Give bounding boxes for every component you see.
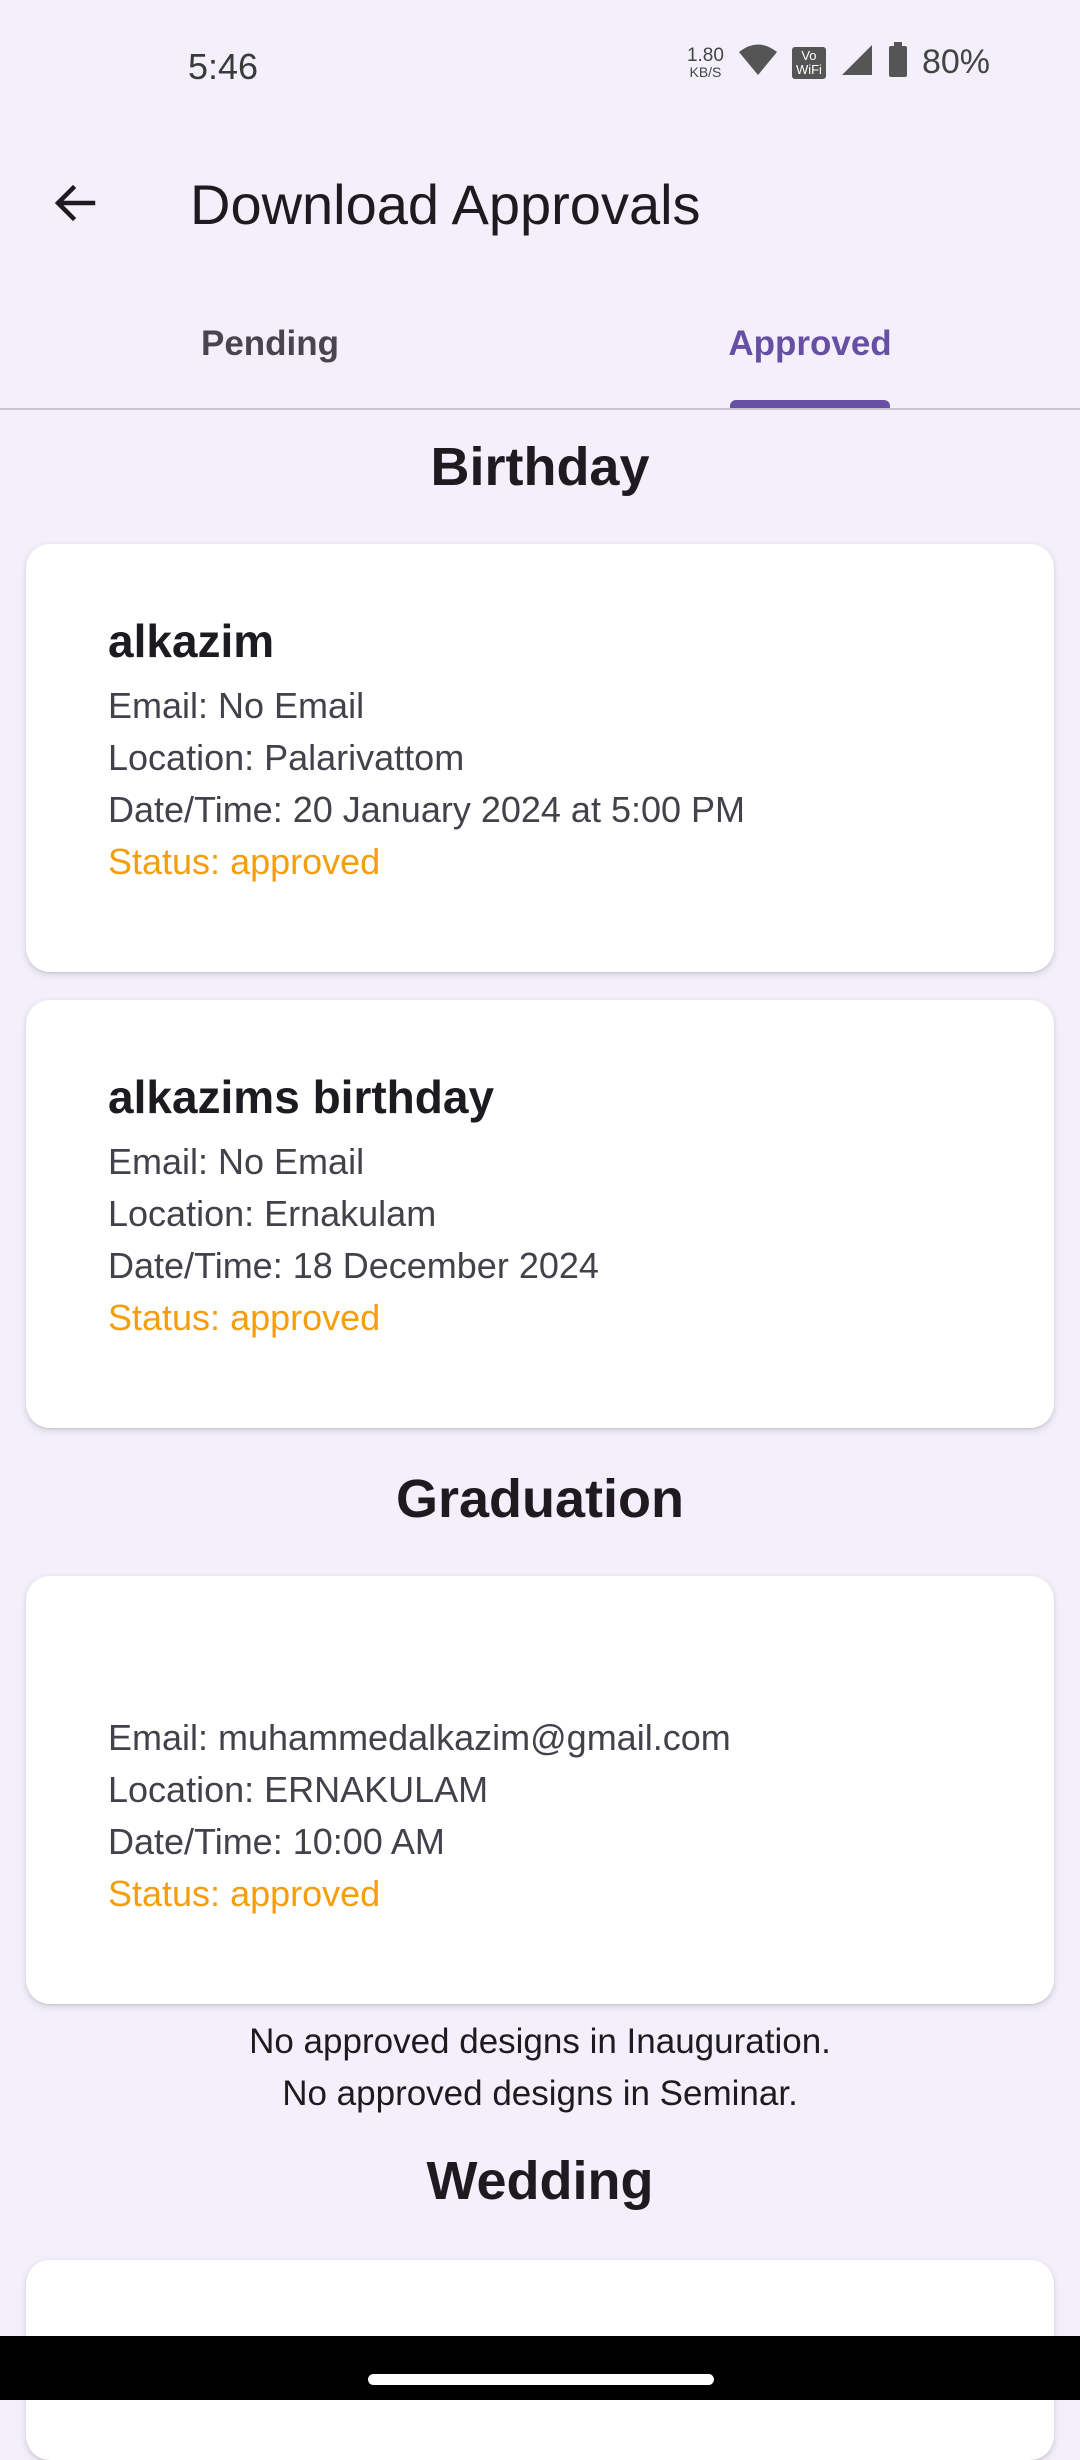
tab-indicator: [730, 400, 890, 408]
app-bar: Download Approvals: [0, 140, 1080, 280]
network-speed-value: 1.80: [686, 45, 724, 66]
empty-message-inauguration: No approved designs in Inauguration.: [249, 2022, 831, 2061]
card-title: alkazims birthday: [108, 1071, 495, 1123]
battery-icon: [888, 42, 908, 83]
home-gesture-handle[interactable]: [368, 2374, 714, 2385]
tab-pending[interactable]: Pending: [0, 280, 540, 408]
wifi-icon: [738, 43, 778, 82]
card-status: Status: approved: [108, 841, 381, 882]
arrow-left-icon: [51, 179, 99, 232]
card-location: Location: Ernakulam: [108, 1193, 437, 1234]
approval-card[interactable]: alkazim Email: No Email Location: Palari…: [26, 544, 1054, 972]
card-location: Location: ERNAKULAM: [108, 1769, 489, 1810]
card-status: Status: approved: [108, 1297, 381, 1338]
status-time: 5:46: [188, 46, 259, 87]
empty-message-seminar: No approved designs in Seminar.: [282, 2074, 798, 2113]
back-button[interactable]: [40, 170, 110, 240]
network-speed: 1.80 KB/S: [687, 46, 724, 79]
card-datetime: Date/Time: 20 January 2024 at 5:00 PM: [108, 789, 746, 830]
page-title: Download Approvals: [190, 173, 701, 236]
tab-bar: Pending Approved: [0, 280, 1080, 410]
network-speed-unit: KB/S: [689, 64, 722, 80]
tab-approved[interactable]: Approved: [540, 280, 1080, 408]
approval-card[interactable]: alkazims birthday Email: No Email Locati…: [26, 1000, 1054, 1428]
card-email: Email: No Email: [108, 685, 365, 726]
status-icons: 1.80 KB/S Vo WiFi 80%: [687, 42, 990, 83]
status-bar: 5:46 1.80 KB/S Vo WiFi 80%: [0, 0, 1080, 136]
section-title-wedding: Wedding: [426, 2151, 654, 2211]
vowifi-icon: Vo WiFi: [791, 46, 826, 79]
card-email: Email: No Email: [108, 1141, 365, 1182]
card-status: Status: approved: [108, 1873, 381, 1914]
card-datetime: Date/Time: 18 December 2024: [108, 1245, 599, 1286]
card-datetime: Date/Time: 10:00 AM: [108, 1821, 445, 1862]
signal-icon: [840, 43, 874, 82]
approval-card[interactable]: Email: muhammedalkazim@gmail.com Locatio…: [26, 1576, 1054, 2004]
card-location: Location: Palarivattom: [108, 737, 465, 778]
card-title: [108, 1646, 1014, 1700]
card-title: alkazim: [108, 615, 275, 667]
navigation-bar: [0, 2336, 1080, 2400]
card-email: Email: muhammedalkazim@gmail.com: [108, 1717, 731, 1758]
section-title-birthday: Birthday: [430, 437, 650, 497]
battery-percentage: 80%: [921, 43, 990, 81]
section-title-graduation: Graduation: [395, 1469, 684, 1529]
